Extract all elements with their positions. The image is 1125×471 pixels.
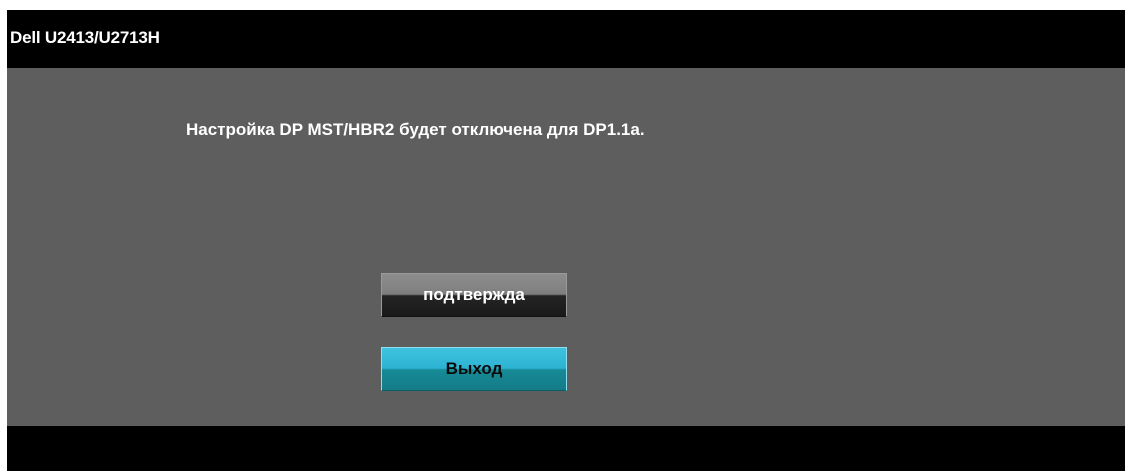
title-bar: Dell U2413/U2713H <box>7 10 1125 68</box>
osd-window: Dell U2413/U2713H Настройка DP MST/HBR2 … <box>7 10 1125 471</box>
confirm-button-label: подтвержда <box>423 285 525 304</box>
dialog-message: Настройка DP MST/HBR2 будет отключена дл… <box>186 120 645 139</box>
exit-button-label: Выход <box>445 359 503 378</box>
confirm-button[interactable]: подтвержда <box>381 273 567 317</box>
exit-button[interactable]: Выход <box>381 347 567 391</box>
window-title: Dell U2413/U2713H <box>10 28 160 47</box>
bottom-bar <box>7 426 1125 471</box>
